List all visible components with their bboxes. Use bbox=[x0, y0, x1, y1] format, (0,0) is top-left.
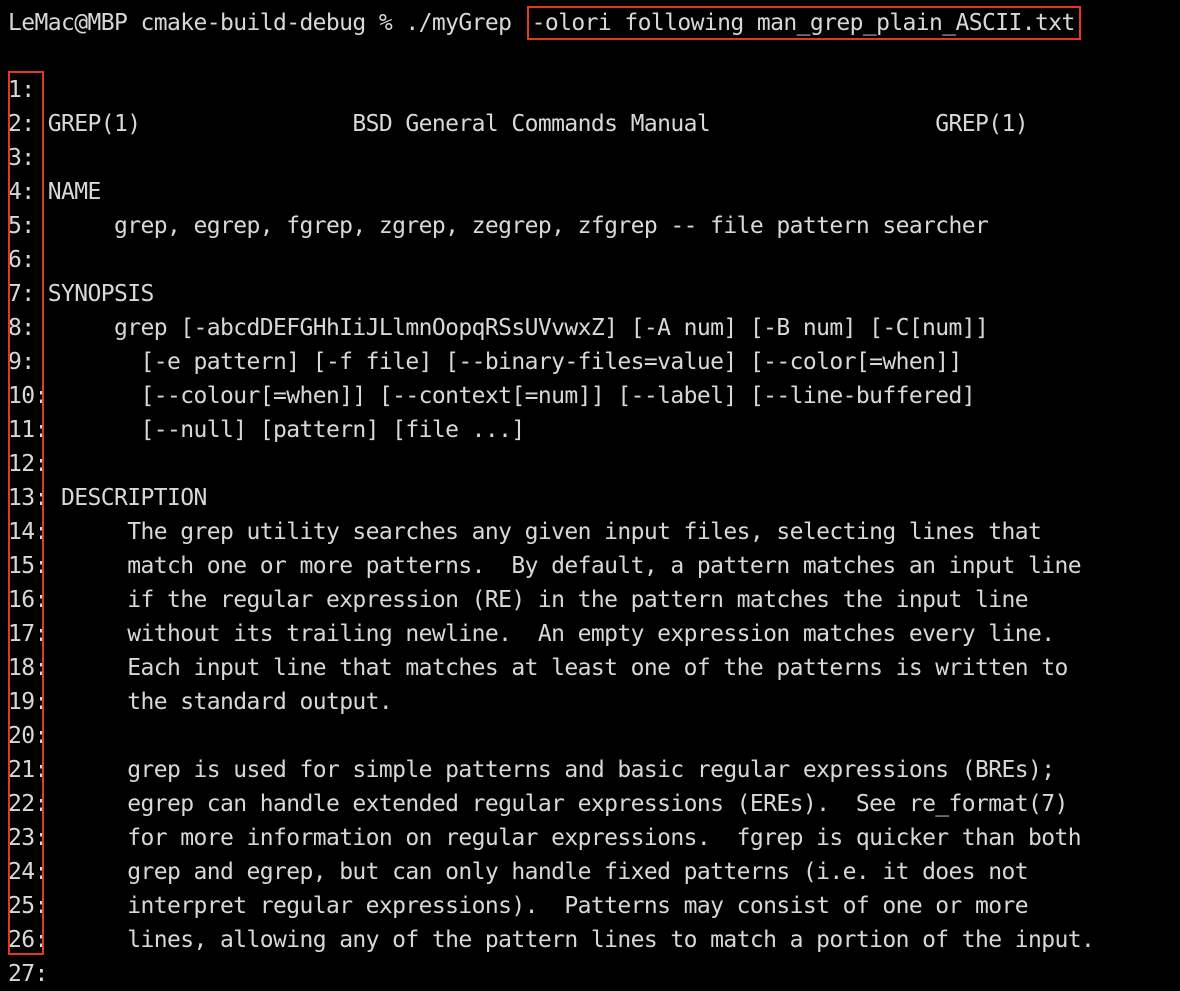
output-line: 22: egrep can handle extended regular ex… bbox=[8, 787, 1178, 821]
line-number: 25: bbox=[8, 893, 48, 919]
output-line: 6: bbox=[8, 243, 1178, 277]
grep-output: 1: 2: GREP(1) BSD General Commands Manual… bbox=[8, 73, 1178, 991]
line-number: 6: bbox=[8, 247, 35, 273]
output-line: 24: grep and egrep, but can only handle … bbox=[8, 855, 1178, 889]
output-line: 13: DESCRIPTION bbox=[8, 481, 1178, 515]
output-line: 14: The grep utility searches any given … bbox=[8, 515, 1178, 549]
output-line: 25: interpret regular expressions). Patt… bbox=[8, 889, 1178, 923]
line-text: for more information on regular expressi… bbox=[47, 825, 1082, 851]
line-number: 9: bbox=[8, 349, 35, 375]
line-text: SYNOPSIS bbox=[34, 281, 155, 307]
output-line: 9: [-e pattern] [-f file] [--binary-file… bbox=[8, 345, 1178, 379]
line-text: [--colour[=when]] [--context[=num]] [--l… bbox=[47, 383, 976, 409]
line-text: without its trailing newline. An empty e… bbox=[47, 621, 1055, 647]
output-line: 26: lines, allowing any of the pattern l… bbox=[8, 923, 1178, 957]
line-text: grep is used for simple patterns and bas… bbox=[47, 757, 1055, 783]
line-text: interpret regular expressions). Patterns… bbox=[47, 893, 1029, 919]
line-number: 20: bbox=[8, 723, 48, 749]
line-number: 19: bbox=[8, 689, 48, 715]
line-number: 24: bbox=[8, 859, 48, 885]
line-text: grep [-abcdDEFGHhIiJLlmnOopqRSsUVvwxZ] [… bbox=[34, 315, 989, 341]
output-line: 21: grep is used for simple patterns and… bbox=[8, 753, 1178, 787]
output-line: 8: grep [-abcdDEFGHhIiJLlmnOopqRSsUVvwxZ… bbox=[8, 311, 1178, 345]
terminal-window[interactable]: LeMac@MBP cmake-build-debug % ./myGrep -… bbox=[0, 0, 1180, 987]
line-text: Each input line that matches at least on… bbox=[47, 655, 1068, 681]
shell-prompt: LeMac@MBP cmake-build-debug % ./myGrep bbox=[8, 10, 525, 36]
line-text: NAME bbox=[34, 179, 102, 205]
line-number: 7: bbox=[8, 281, 35, 307]
line-number: 26: bbox=[8, 927, 48, 953]
output-line: 18: Each input line that matches at leas… bbox=[8, 651, 1178, 685]
highlighted-command-arguments: -olori following man_grep_plain_ASCII.tx… bbox=[526, 6, 1081, 40]
line-text: grep, egrep, fgrep, zgrep, zegrep, zfgre… bbox=[34, 213, 989, 239]
line-number: 15: bbox=[8, 553, 48, 579]
line-number: 12: bbox=[8, 451, 48, 477]
line-number: 3: bbox=[8, 145, 35, 171]
line-text: grep and egrep, but can only handle fixe… bbox=[47, 859, 1029, 885]
output-line: 4: NAME bbox=[8, 175, 1178, 209]
line-number: 1: bbox=[8, 77, 35, 103]
line-number: 21: bbox=[8, 757, 48, 783]
line-number: 27: bbox=[8, 961, 48, 987]
output-line: 3: bbox=[8, 141, 1178, 175]
line-number: 5: bbox=[8, 213, 35, 239]
output-line: 11: [--null] [pattern] [file ...] bbox=[8, 413, 1178, 447]
line-text: [--null] [pattern] [file ...] bbox=[47, 417, 525, 443]
output-line: 2: GREP(1) BSD General Commands Manual G… bbox=[8, 107, 1178, 141]
line-text: lines, allowing any of the pattern lines… bbox=[47, 927, 1095, 953]
output-line: 20: bbox=[8, 719, 1178, 753]
output-line: 19: the standard output. bbox=[8, 685, 1178, 719]
line-text: GREP(1) BSD General Commands Manual GREP… bbox=[34, 111, 1029, 137]
line-number: 23: bbox=[8, 825, 48, 851]
output-line: 7: SYNOPSIS bbox=[8, 277, 1178, 311]
output-line: 27: bbox=[8, 957, 1178, 991]
line-number: 18: bbox=[8, 655, 48, 681]
line-text: match one or more patterns. By default, … bbox=[47, 553, 1082, 579]
line-text: egrep can handle extended regular expres… bbox=[47, 791, 1068, 817]
line-number: 11: bbox=[8, 417, 48, 443]
line-number: 10: bbox=[8, 383, 48, 409]
line-text: DESCRIPTION bbox=[47, 485, 207, 511]
output-line: 1: bbox=[8, 73, 1178, 107]
output-line: 23: for more information on regular expr… bbox=[8, 821, 1178, 855]
line-number: 22: bbox=[8, 791, 48, 817]
line-number: 16: bbox=[8, 587, 48, 613]
output-line: 10: [--colour[=when]] [--context[=num]] … bbox=[8, 379, 1178, 413]
line-number: 2: bbox=[8, 111, 35, 137]
output-line: 16: if the regular expression (RE) in th… bbox=[8, 583, 1178, 617]
line-text: the standard output. bbox=[47, 689, 393, 715]
line-number: 14: bbox=[8, 519, 48, 545]
line-number: 17: bbox=[8, 621, 48, 647]
line-number: 13: bbox=[8, 485, 48, 511]
line-number: 8: bbox=[8, 315, 35, 341]
output-line: 15: match one or more patterns. By defau… bbox=[8, 549, 1178, 583]
line-number: 4: bbox=[8, 179, 35, 205]
output-line: 12: bbox=[8, 447, 1178, 481]
line-text: if the regular expression (RE) in the pa… bbox=[47, 587, 1029, 613]
output-line: 5: grep, egrep, fgrep, zgrep, zegrep, zf… bbox=[8, 209, 1178, 243]
output-line: 17: without its trailing newline. An emp… bbox=[8, 617, 1178, 651]
line-text: [-e pattern] [-f file] [--binary-files=v… bbox=[34, 349, 962, 375]
command-prompt-line: LeMac@MBP cmake-build-debug % ./myGrep -… bbox=[8, 6, 1081, 40]
line-text: The grep utility searches any given inpu… bbox=[47, 519, 1042, 545]
